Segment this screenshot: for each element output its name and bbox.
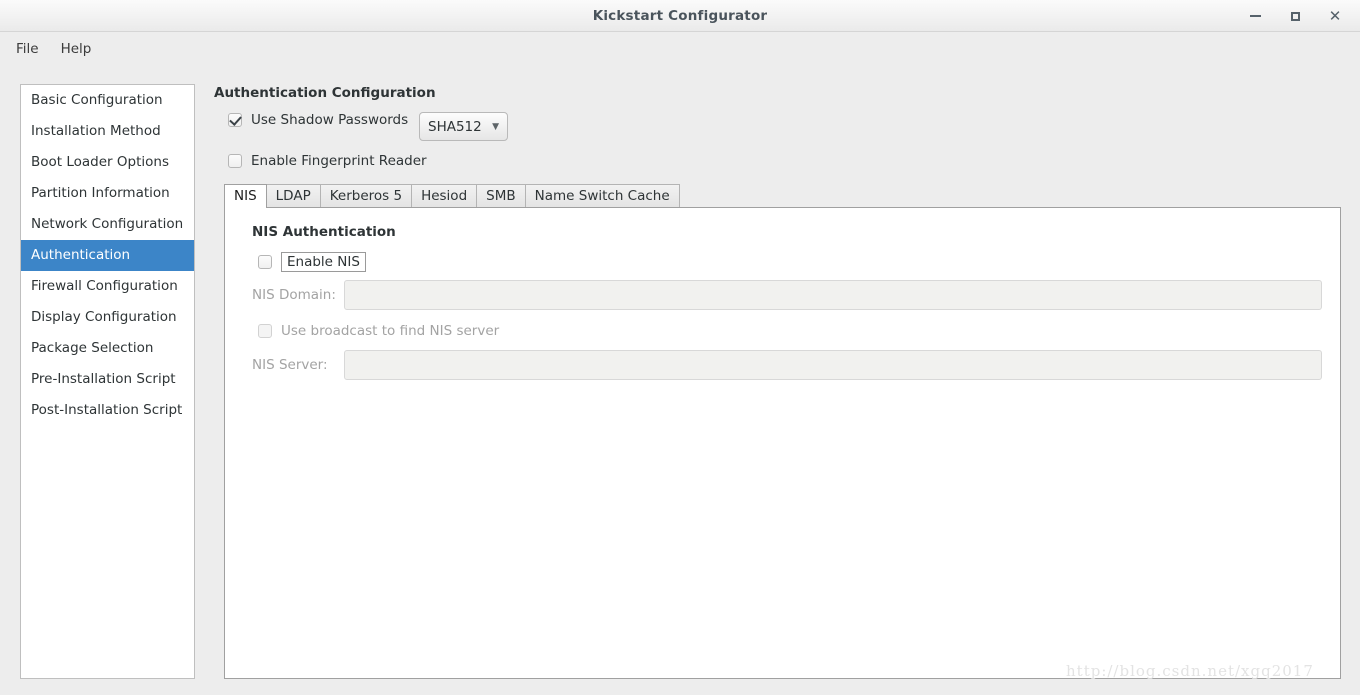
sidebar-item-pre-installation-script[interactable]: Pre-Installation Script	[21, 364, 194, 395]
sidebar-item-firewall-configuration[interactable]: Firewall Configuration	[21, 271, 194, 302]
sidebar-item-package-selection[interactable]: Package Selection	[21, 333, 194, 364]
chevron-down-icon: ▼	[492, 121, 499, 132]
maximize-button[interactable]	[1284, 5, 1306, 27]
sidebar-item-installation-method[interactable]: Installation Method	[21, 116, 194, 147]
tab-name-switch-cache[interactable]: Name Switch Cache	[524, 184, 680, 208]
window-controls: ✕	[1244, 0, 1356, 32]
tab-ldap[interactable]: LDAP	[265, 184, 321, 208]
sidebar: Basic Configuration Installation Method …	[20, 84, 195, 679]
enable-nis-label[interactable]: Enable NIS	[281, 252, 366, 272]
use-broadcast-row[interactable]: Use broadcast to find NIS server	[258, 323, 499, 339]
tab-smb[interactable]: SMB	[476, 184, 526, 208]
window-title: Kickstart Configurator	[592, 8, 768, 24]
menu-item-help[interactable]: Help	[51, 38, 102, 60]
nis-domain-row: NIS Domain:	[252, 280, 1322, 310]
sidebar-item-post-installation-script[interactable]: Post-Installation Script	[21, 395, 194, 426]
nis-server-label: NIS Server:	[252, 357, 328, 373]
close-icon: ✕	[1328, 6, 1342, 25]
use-shadow-passwords-checkbox[interactable]	[228, 113, 242, 127]
use-broadcast-checkbox[interactable]	[258, 324, 272, 338]
nis-tab-panel	[224, 207, 1341, 679]
maximize-icon	[1290, 11, 1300, 21]
hash-algorithm-select[interactable]: SHA512 ▼	[419, 112, 508, 141]
enable-nis-checkbox[interactable]	[258, 255, 272, 269]
sidebar-item-network-configuration[interactable]: Network Configuration	[21, 209, 194, 240]
enable-nis-row[interactable]: Enable NIS	[258, 252, 366, 272]
tab-nis[interactable]: NIS	[224, 184, 267, 208]
sidebar-item-partition-information[interactable]: Partition Information	[21, 178, 194, 209]
title-bar: Kickstart Configurator ✕	[0, 0, 1360, 32]
use-shadow-passwords-row[interactable]: Use Shadow Passwords	[228, 112, 408, 128]
nis-authentication-title: NIS Authentication	[252, 224, 396, 240]
nis-server-row: NIS Server:	[252, 350, 1322, 380]
enable-fingerprint-reader-row[interactable]: Enable Fingerprint Reader	[228, 153, 427, 169]
tab-kerberos-5[interactable]: Kerberos 5	[319, 184, 413, 208]
hash-algorithm-value: SHA512	[428, 118, 482, 135]
auth-tabs: NIS LDAP Kerberos 5 Hesiod SMB Name Swit…	[224, 184, 680, 208]
minimize-icon	[1249, 15, 1261, 17]
menu-bar: File Help	[0, 32, 1360, 66]
nis-server-input[interactable]	[344, 350, 1322, 380]
use-broadcast-label: Use broadcast to find NIS server	[281, 323, 500, 339]
tab-hesiod[interactable]: Hesiod	[411, 184, 478, 208]
minimize-button[interactable]	[1244, 5, 1266, 27]
nis-domain-label: NIS Domain:	[252, 287, 336, 303]
close-button[interactable]: ✕	[1324, 5, 1346, 27]
enable-fingerprint-reader-label: Enable Fingerprint Reader	[251, 153, 427, 169]
sidebar-item-basic-configuration[interactable]: Basic Configuration	[21, 85, 194, 116]
use-shadow-passwords-label: Use Shadow Passwords	[251, 112, 409, 128]
nis-domain-input[interactable]	[344, 280, 1322, 310]
sidebar-item-boot-loader-options[interactable]: Boot Loader Options	[21, 147, 194, 178]
watermark: http://blog.csdn.net/xgq2017	[1066, 662, 1314, 680]
page-title: Authentication Configuration	[214, 85, 436, 101]
menu-item-file[interactable]: File	[6, 38, 49, 60]
sidebar-item-authentication[interactable]: Authentication	[21, 240, 194, 271]
enable-fingerprint-reader-checkbox[interactable]	[228, 154, 242, 168]
sidebar-item-display-configuration[interactable]: Display Configuration	[21, 302, 194, 333]
